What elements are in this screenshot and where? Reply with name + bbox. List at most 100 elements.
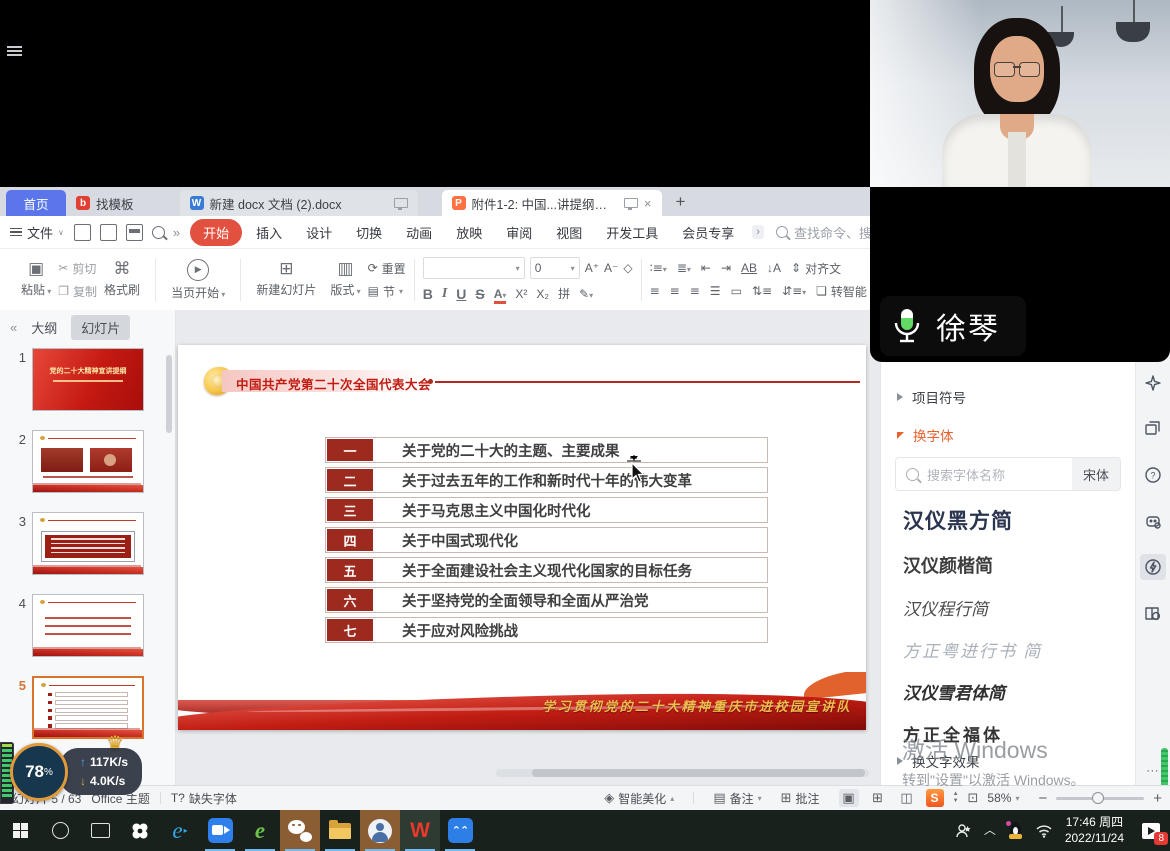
ribbon-tab-插入[interactable]: 插入 [246,220,292,245]
reset-button[interactable]: ⟳重置 [368,260,406,277]
qq-tray-icon[interactable] [1008,822,1023,839]
tab-close-icon[interactable]: × [644,196,652,211]
play-from-current-button[interactable]: ▶ 当页开始 ▾ [164,259,232,301]
smart-convert-button[interactable]: ❏转智能 [816,283,867,300]
font-list-item[interactable]: 汉仪程行简 [903,595,1135,620]
wifi-icon[interactable] [1035,824,1053,838]
normal-view-button[interactable]: ▣ [839,789,859,807]
save-icon[interactable] [100,224,117,241]
ai-sparkle-icon[interactable] [1140,370,1166,396]
hidden-icons-chevron[interactable]: ︿ [984,821,996,838]
font-color-button[interactable]: A▾ [494,287,507,301]
notification-center-button[interactable]: 8 [1136,816,1166,846]
current-font-chip[interactable]: 宋体 [1072,458,1120,490]
ribbon-tab-会员专享[interactable]: 会员专享 [672,220,744,245]
start-button[interactable] [0,810,40,851]
ribbon-tab-审阅[interactable]: 审阅 [496,220,542,245]
more-tools-icon[interactable]: ⋯ [1146,763,1160,779]
file-explorer-button[interactable] [320,810,360,851]
horizontal-scrollbar[interactable] [496,769,869,777]
increase-indent-icon[interactable]: ⇥ [721,261,731,275]
font-list-item[interactable]: 汉仪黑方简 [903,505,1135,535]
new-file-icon[interactable] [74,224,91,241]
thumbnail-scrollbar[interactable] [166,355,172,433]
change-font-section-header[interactable]: 换字体 [881,421,1135,449]
ribbon-tab-开始[interactable]: 开始 [190,219,242,246]
underline-button[interactable]: U [456,286,466,302]
assistant-robot-icon[interactable] [1140,508,1166,534]
strikethrough-button[interactable]: S [475,286,484,302]
format-painter-button[interactable]: ⌘ 格式刷 [97,261,147,298]
text-effect-section-header[interactable]: 换文字效果 [881,747,1135,775]
people-icon[interactable] [954,823,972,839]
align-text-button[interactable]: ⇕对齐文 [791,260,841,277]
ribbon-tab-开发工具[interactable]: 开发工具 [596,220,668,245]
align-left-icon[interactable]: ≡ [650,284,660,298]
taskbar-clock[interactable]: 17:46 周四 2022/11/24 [1065,815,1124,846]
meeting-app-button[interactable] [200,810,240,851]
layout-button[interactable]: ▥ 版式 ▾ [323,261,367,298]
task-view-button[interactable] [80,810,120,851]
collapse-panel-icon[interactable]: « [10,320,17,335]
agenda-row[interactable]: 三关于马克思主义中国化时代化 [325,497,768,523]
zoom-in-button[interactable]: + [1153,790,1162,807]
slide-sorter-view-button[interactable]: ⊞ [868,789,888,807]
distribute-icon[interactable]: ▭ [731,284,742,298]
green-browser-button[interactable]: e [240,810,280,851]
tab-ppt-document-active[interactable]: P 附件1-2: 中国...讲提纲（PPT） × [442,190,662,216]
paragraph-spacing-icon[interactable]: ⇵≡▾ [782,284,806,298]
pinwheel-app-button[interactable] [120,810,160,851]
missing-font-warning[interactable]: T? 缺失字体 [171,790,237,807]
font-list-item[interactable]: 汉仪颜楷简 [903,552,1135,578]
line-spacing-icon[interactable]: ⇅≡ [752,284,772,298]
agenda-row[interactable]: 四关于中国式现代化 [325,527,768,553]
zoom-level[interactable]: 58%▾ [987,791,1019,805]
slideshow-spinner[interactable]: ▲▼ [953,791,959,804]
superscript-button[interactable]: X² [515,287,527,301]
section-button[interactable]: ▤节▾ [368,283,406,300]
agenda-row[interactable]: 六关于坚持党的全面领导和全面从严治党 [325,587,768,613]
zoom-slider-knob[interactable] [1092,792,1104,804]
smart-features-icon[interactable] [1140,554,1166,580]
paste-button[interactable]: ▣ 粘贴 ▾ [14,261,58,298]
tab-slides[interactable]: 幻灯片 [71,315,130,340]
font-list-item[interactable]: 汉仪雪君体简 [903,679,1135,704]
justify-icon[interactable]: ☰ [710,284,721,298]
more-commands-icon[interactable]: » [173,225,180,240]
align-right-icon[interactable]: ≡ [690,284,700,298]
slide-editor[interactable]: 中国共产党第二十次全国代表大会 一关于党的二十大的主题、主要成果二关于过去五年的… [178,345,866,730]
docs-app-button[interactable]: ⌃⌃ [440,810,480,851]
tab-home[interactable]: 首页 [6,190,66,216]
slide-thumbnail[interactable] [32,512,144,575]
ribbon-overflow-icon[interactable]: › [752,225,764,239]
align-center-icon[interactable]: ≡ [670,284,680,298]
preview-icon[interactable] [152,226,165,239]
agenda-row[interactable]: 五关于全面建设社会主义现代化国家的目标任务 [325,557,768,583]
decrease-font-icon[interactable]: A⁻ [604,261,618,275]
notes-button[interactable]: ▤ 备注▾ [713,790,761,807]
decrease-indent-icon[interactable]: ⇤ [701,261,711,275]
tab-docer-templates[interactable]: b 找模板 [66,190,144,216]
zoom-out-button[interactable]: − [1038,790,1047,807]
slide-thumbnail[interactable] [32,594,144,657]
new-tab-button[interactable]: + [676,192,686,212]
slide-thumbnail[interactable] [32,676,144,739]
increase-font-icon[interactable]: A⁺ [585,261,599,275]
font-size-box[interactable]: 0▾ [530,257,580,279]
bullets-section-header[interactable]: 项目符号 [881,383,1135,411]
ribbon-tab-切换[interactable]: 切换 [346,220,392,245]
overlay-menu-icon[interactable] [7,46,22,57]
cortana-button[interactable] [40,810,80,851]
agenda-row[interactable]: 七关于应对风险挑战 [325,617,768,643]
beautify-button[interactable]: ◈ 智能美化▴ [604,790,674,807]
ribbon-tab-放映[interactable]: 放映 [446,220,492,245]
wps-office-button[interactable]: W [400,810,440,851]
pinyin-guide-button[interactable]: 拼 [558,285,570,302]
help-icon[interactable]: ? [1140,462,1166,488]
tab-writer-document[interactable]: W 新建 docx 文档 (2).docx [180,190,418,216]
fit-slide-icon[interactable]: ⊡ [968,792,979,805]
subscript-button[interactable]: X₂ [536,287,549,301]
bold-button[interactable]: B [423,286,433,302]
ribbon-tab-设计[interactable]: 设计 [296,220,342,245]
comments-button[interactable]: ⊞ 批注 [781,790,820,807]
